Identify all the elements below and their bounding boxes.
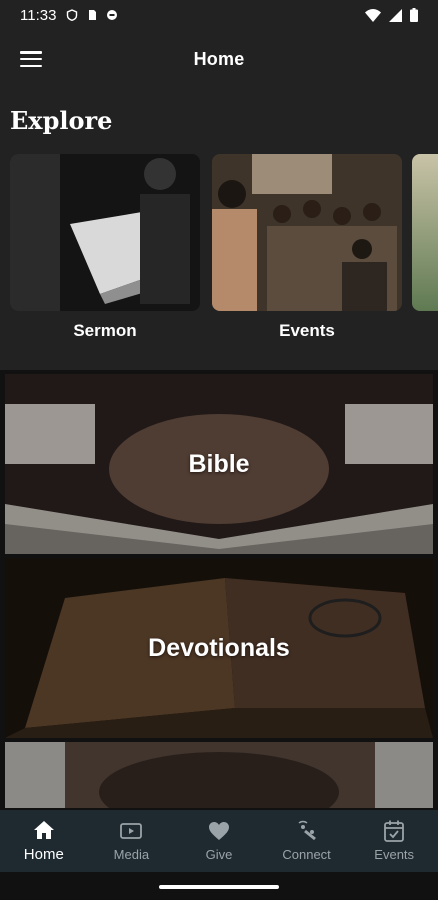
nav-home[interactable]: Home (0, 810, 88, 872)
hamburger-line (20, 57, 42, 61)
sermon-card-label: Sermon (73, 321, 137, 340)
connect-icon (296, 820, 318, 842)
status-bar: 11:33 (0, 0, 438, 30)
tile-overlay (5, 742, 433, 808)
bible-tile[interactable]: Bible (5, 374, 433, 554)
calendar-check-icon (383, 820, 405, 842)
explore-title: Explore (10, 106, 113, 135)
nav-events-label: Events (374, 847, 415, 862)
app-bar: Home (0, 30, 438, 88)
signal-icon (389, 8, 402, 22)
events-card-label: Events (279, 321, 335, 340)
hamburger-icon (20, 51, 42, 54)
nav-give[interactable]: Give (175, 810, 263, 872)
events-image (212, 154, 402, 311)
events-card[interactable] (212, 154, 402, 311)
prayer-tile[interactable] (5, 742, 433, 808)
devotionals-tile-label: Devotionals (148, 633, 290, 662)
status-right (365, 8, 418, 22)
heart-icon (208, 820, 230, 842)
nav-media[interactable]: Media (88, 810, 176, 872)
nav-events[interactable]: Events (350, 810, 438, 872)
vpn-icon (107, 10, 118, 20)
status-time: 11:33 (20, 6, 57, 24)
shield-icon (67, 9, 78, 21)
nav-connect[interactable]: Connect (263, 810, 351, 872)
hamburger-line (20, 64, 42, 67)
video-camera-icon (120, 820, 143, 842)
nav-give-label: Give (205, 847, 233, 862)
page-title: Home (193, 48, 245, 69)
status-icons-left (66, 9, 118, 21)
gesture-handle[interactable] (159, 885, 279, 889)
nav-home-label: Home (23, 846, 64, 863)
battery-icon (410, 8, 418, 22)
bottom-navigation: Home Media Give Connect Events (0, 810, 438, 872)
sim-card-icon (89, 10, 97, 20)
home-icon (33, 819, 55, 841)
next-card-peek[interactable] (412, 154, 438, 311)
wifi-icon (365, 8, 381, 22)
nav-media-label: Media (113, 847, 150, 862)
sermon-image (10, 154, 200, 311)
devotionals-tile[interactable]: Devotionals (5, 558, 433, 738)
bible-tile-label: Bible (188, 449, 250, 478)
explore-section: Explore Sermon Events (0, 88, 438, 370)
hamburger-menu-button[interactable] (20, 49, 42, 69)
status-left: 11:33 (20, 7, 118, 24)
gesture-area (0, 872, 438, 900)
nav-connect-label: Connect (282, 847, 331, 862)
sermon-card[interactable] (10, 154, 200, 311)
